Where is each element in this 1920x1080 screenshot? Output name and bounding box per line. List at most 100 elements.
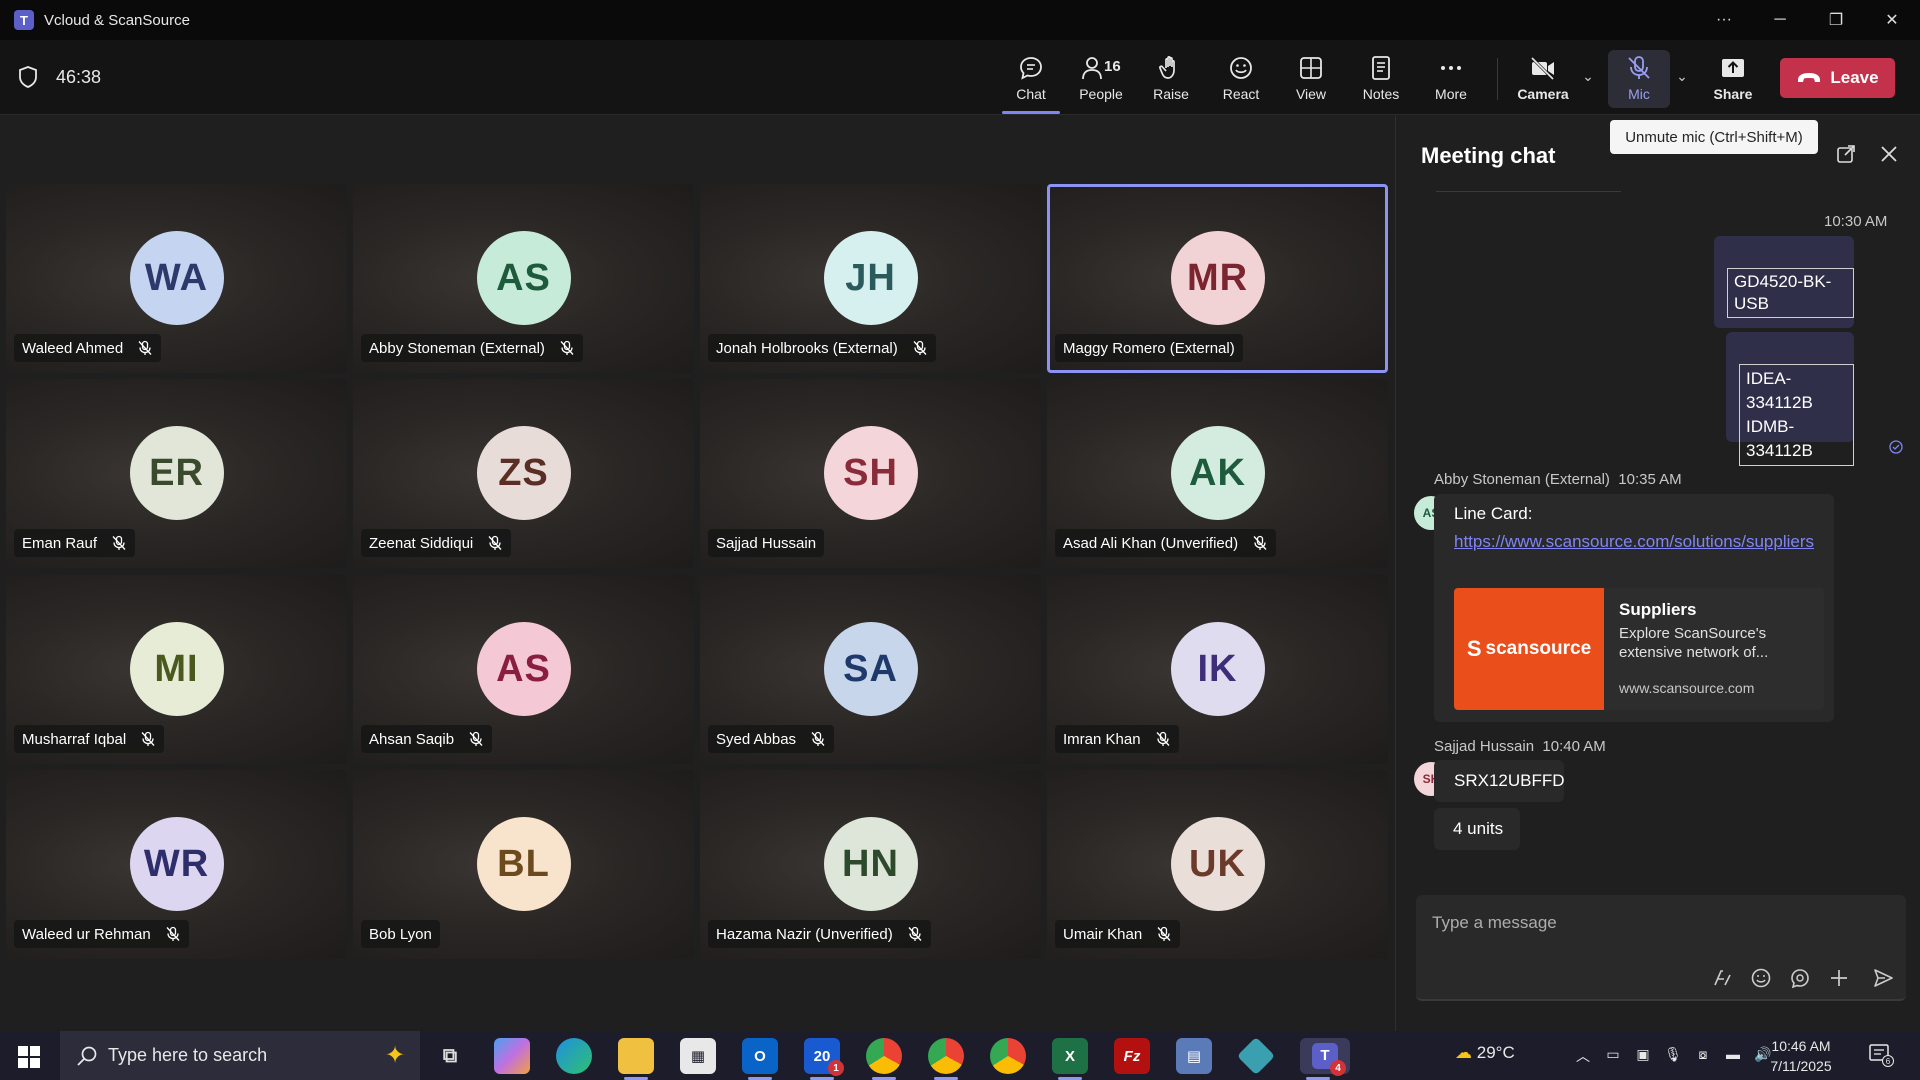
taskbar-clock[interactable]: 10:46 AM 7/11/2025 bbox=[1756, 1036, 1846, 1076]
raise-label: Raise bbox=[1153, 86, 1189, 102]
participant-tile[interactable]: ER Eman Rauf bbox=[6, 379, 347, 568]
mic-button[interactable]: Mic bbox=[1608, 50, 1670, 108]
filezilla-icon[interactable]: Fz bbox=[1114, 1038, 1150, 1074]
participant-name: Jonah Holbrooks (External) bbox=[716, 339, 898, 357]
calendar-app-icon[interactable]: 20 1 bbox=[804, 1038, 844, 1080]
participant-name: Abby Stoneman (External) bbox=[369, 339, 545, 357]
close-icon[interactable] bbox=[1879, 144, 1899, 164]
participant-tile[interactable]: UK Umair Khan bbox=[1047, 770, 1388, 959]
send-icon[interactable] bbox=[1872, 967, 1894, 989]
chrome-browser-icon[interactable] bbox=[990, 1038, 1026, 1074]
participant-tile[interactable]: SH Sajjad Hussain bbox=[700, 379, 1041, 568]
raise-hand-button[interactable]: Raise bbox=[1140, 50, 1202, 108]
people-icon bbox=[1082, 57, 1102, 80]
network-icon[interactable]: ⧇ bbox=[1692, 1046, 1714, 1064]
pop-out-icon[interactable] bbox=[1836, 144, 1856, 164]
outlook-icon[interactable]: O bbox=[742, 1038, 778, 1080]
mic-options-chevron-down-icon[interactable]: ⌄ bbox=[1672, 68, 1692, 88]
participant-avatar: AS bbox=[476, 231, 571, 325]
windows-start-icon[interactable] bbox=[18, 1046, 40, 1068]
participant-name: Hazama Nazir (Unverified) bbox=[716, 925, 893, 943]
teams-icon: T bbox=[14, 10, 34, 30]
chat-message: Line Card: https://www.scansource.com/so… bbox=[1434, 494, 1834, 722]
mic-muted-icon bbox=[1253, 535, 1267, 550]
participant-tile[interactable]: AK Asad Ali Khan (Unverified) bbox=[1047, 379, 1388, 568]
app-icon[interactable] bbox=[1236, 1036, 1276, 1076]
participant-name: Ahsan Saqib bbox=[369, 730, 455, 748]
windows-taskbar: Type here to search ✦ ⧉ ▦ O 20 1 X Fz ▤ T… bbox=[0, 1031, 1920, 1080]
participant-name: Syed Abbas bbox=[716, 730, 797, 748]
notes-button[interactable]: Notes bbox=[1350, 50, 1412, 108]
participant-tile[interactable]: AS Ahsan Saqib bbox=[353, 575, 694, 764]
my-message-code: IDMB-334112B bbox=[1746, 417, 1813, 460]
chevron-up-icon[interactable]: ︿ bbox=[1572, 1046, 1594, 1064]
participant-name: Bob Lyon bbox=[369, 925, 432, 943]
mic-muted-icon bbox=[138, 340, 152, 355]
more-button[interactable]: More bbox=[1420, 50, 1482, 108]
microsoft-store-icon[interactable]: ▦ bbox=[680, 1038, 716, 1074]
participant-tile[interactable]: ZS Zeenat Siddiqui bbox=[353, 379, 694, 568]
participant-nameplate: Waleed ur Rehman bbox=[14, 920, 189, 948]
people-button[interactable]: 16 People bbox=[1070, 50, 1132, 108]
notification-center-icon[interactable]: 6 bbox=[1868, 1043, 1894, 1067]
camera-options-chevron-down-icon[interactable]: ⌄ bbox=[1578, 68, 1598, 88]
minimize-button[interactable]: ─ bbox=[1752, 0, 1808, 40]
message-input[interactable]: Type a message bbox=[1432, 913, 1557, 933]
participant-tile[interactable]: SA Syed Abbas bbox=[700, 575, 1041, 764]
people-label: People bbox=[1079, 86, 1123, 102]
participant-tile[interactable]: MR Maggy Romero (External) bbox=[1047, 184, 1388, 373]
restore-button[interactable]: ❐ bbox=[1808, 0, 1864, 40]
clock-date: 7/11/2025 bbox=[1770, 1058, 1832, 1074]
format-icon[interactable] bbox=[1711, 967, 1733, 989]
share-button[interactable]: Share bbox=[1702, 50, 1764, 108]
file-explorer-icon[interactable] bbox=[618, 1038, 654, 1080]
chrome-browser-icon[interactable] bbox=[928, 1038, 964, 1080]
view-button[interactable]: View bbox=[1280, 50, 1342, 108]
participant-tile[interactable]: BL Bob Lyon bbox=[353, 770, 694, 959]
compose-box[interactable]: Type a message bbox=[1416, 895, 1906, 1001]
close-window-button[interactable]: ✕ bbox=[1864, 0, 1920, 40]
more-options-icon[interactable]: ··· bbox=[1696, 0, 1752, 40]
participant-name: Maggy Romero (External) bbox=[1063, 339, 1235, 357]
participant-tile[interactable]: HN Hazama Nazir (Unverified) bbox=[700, 770, 1041, 959]
participant-nameplate: Waleed Ahmed bbox=[14, 334, 162, 362]
more-label: More bbox=[1435, 86, 1467, 102]
participant-tile[interactable]: MI Musharraf Iqbal bbox=[6, 575, 347, 764]
task-view-icon[interactable]: ⧉ bbox=[432, 1038, 468, 1074]
camera-icon[interactable]: ▣ bbox=[1632, 1046, 1654, 1064]
message-link[interactable]: https://www.scansource.com/solutions/sup… bbox=[1454, 529, 1824, 554]
add-icon[interactable] bbox=[1828, 967, 1850, 989]
participant-avatar: SA bbox=[823, 622, 918, 716]
excel-icon[interactable]: X bbox=[1052, 1038, 1088, 1080]
shield-icon bbox=[19, 66, 37, 88]
chrome-browser-icon[interactable] bbox=[866, 1038, 902, 1080]
copilot-icon[interactable] bbox=[494, 1038, 530, 1074]
loop-icon[interactable] bbox=[1789, 967, 1811, 989]
participant-tile[interactable]: AS Abby Stoneman (External) bbox=[353, 184, 694, 373]
participant-tile[interactable]: JH Jonah Holbrooks (External) bbox=[700, 184, 1041, 373]
mic-muted-icon bbox=[1156, 731, 1170, 746]
react-button[interactable]: React bbox=[1210, 50, 1272, 108]
message-time: 10:40 AM bbox=[1542, 738, 1606, 755]
calculator-icon[interactable]: ▤ bbox=[1176, 1038, 1212, 1074]
participant-tile[interactable]: WA Waleed Ahmed bbox=[6, 184, 347, 373]
message-text: Line Card: bbox=[1454, 504, 1533, 523]
battery-icon[interactable]: ▬ bbox=[1722, 1046, 1744, 1064]
chat-button[interactable]: Chat bbox=[1000, 50, 1062, 114]
camera-button[interactable]: Camera bbox=[1510, 50, 1576, 108]
weather-cloud-icon: ☁ bbox=[1455, 1043, 1477, 1062]
display-icon[interactable]: ▭ bbox=[1602, 1046, 1624, 1064]
link-preview-card[interactable]: Sscansource Suppliers Explore ScanSource… bbox=[1454, 588, 1824, 710]
participant-tile[interactable]: WR Waleed ur Rehman bbox=[6, 770, 347, 959]
leave-button[interactable]: Leave bbox=[1780, 58, 1895, 98]
weather-widget[interactable]: ☁ 29°C bbox=[1455, 1043, 1515, 1063]
edge-browser-icon[interactable] bbox=[556, 1038, 592, 1074]
grid-view-icon bbox=[1300, 57, 1322, 79]
taskbar-search-box[interactable]: Type here to search ✦ bbox=[60, 1031, 420, 1080]
participant-tile[interactable]: IK Imran Khan bbox=[1047, 575, 1388, 764]
emoji-icon[interactable] bbox=[1750, 967, 1772, 989]
participant-name: Waleed Ahmed bbox=[22, 339, 124, 357]
message-text: SRX12UBFFD bbox=[1454, 771, 1565, 790]
teams-taskbar-icon[interactable]: T4 bbox=[1300, 1038, 1350, 1080]
microphone-icon[interactable]: 🎙 bbox=[1662, 1046, 1684, 1064]
